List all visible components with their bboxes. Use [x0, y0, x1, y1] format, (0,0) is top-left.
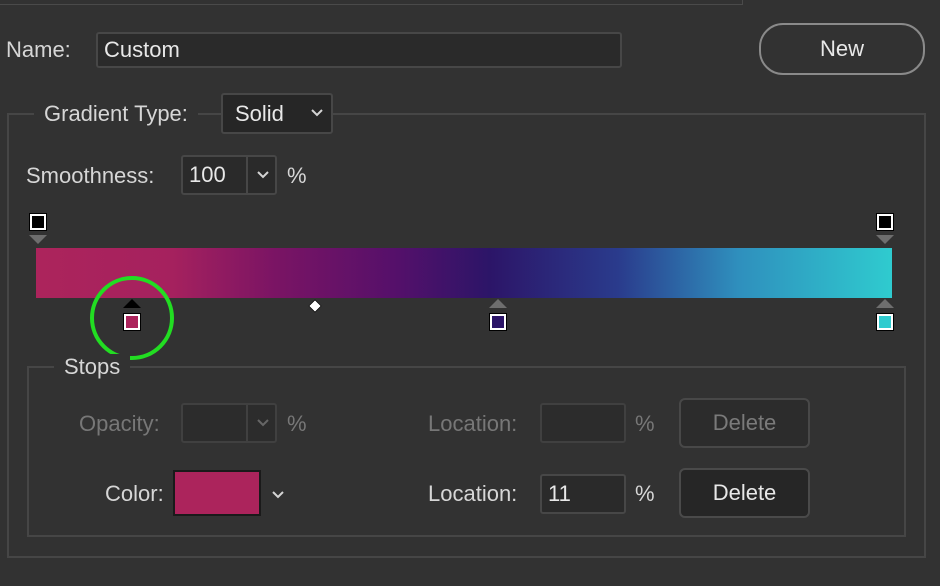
- color-delete-button[interactable]: Delete: [679, 468, 810, 518]
- opacity-stop-left-pointer: [29, 235, 47, 244]
- smoothness-value: 100: [189, 162, 226, 187]
- gradient-type-select[interactable]: Solid: [221, 93, 333, 134]
- smoothness-dropdown-chevron-icon[interactable]: [246, 157, 277, 193]
- top-panel-edge: [0, 0, 743, 5]
- new-button[interactable]: New: [759, 23, 925, 75]
- opacity-location-label: Location:: [428, 411, 518, 436]
- color-stop-cyan-pointer: [876, 299, 894, 308]
- color-location-unit: %: [635, 481, 655, 506]
- name-input[interactable]: [96, 32, 622, 68]
- opacity-location-input[interactable]: [540, 403, 626, 443]
- color-location-label: Location:: [428, 481, 518, 506]
- smoothness-unit: %: [287, 163, 307, 188]
- color-location-input[interactable]: [540, 474, 626, 514]
- color-label: Color:: [105, 481, 164, 506]
- name-label: Name:: [6, 37, 71, 62]
- highlight-circle: [90, 276, 174, 360]
- gradient-type-label: Gradient Type:: [34, 101, 198, 127]
- color-stop-purple[interactable]: [489, 313, 507, 331]
- color-stop-cyan[interactable]: [876, 313, 894, 331]
- color-swatch[interactable]: [173, 470, 261, 516]
- color-dropdown-chevron-icon[interactable]: [266, 483, 290, 507]
- chevron-down-icon: [307, 103, 327, 123]
- smoothness-label: Smoothness:: [26, 163, 155, 188]
- gradient-type-value: Solid: [235, 100, 284, 126]
- color-stop-purple-pointer: [489, 299, 507, 308]
- opacity-unit: %: [287, 411, 307, 436]
- opacity-label: Opacity:: [79, 411, 160, 436]
- opacity-delete-button[interactable]: Delete: [679, 398, 810, 448]
- opacity-stop-left[interactable]: [29, 213, 47, 231]
- stops-title: Stops: [54, 354, 131, 380]
- opacity-dropdown-chevron-icon[interactable]: [246, 405, 277, 441]
- opacity-stop-right[interactable]: [876, 213, 894, 231]
- opacity-stop-right-pointer: [876, 235, 894, 244]
- opacity-location-unit: %: [635, 411, 655, 436]
